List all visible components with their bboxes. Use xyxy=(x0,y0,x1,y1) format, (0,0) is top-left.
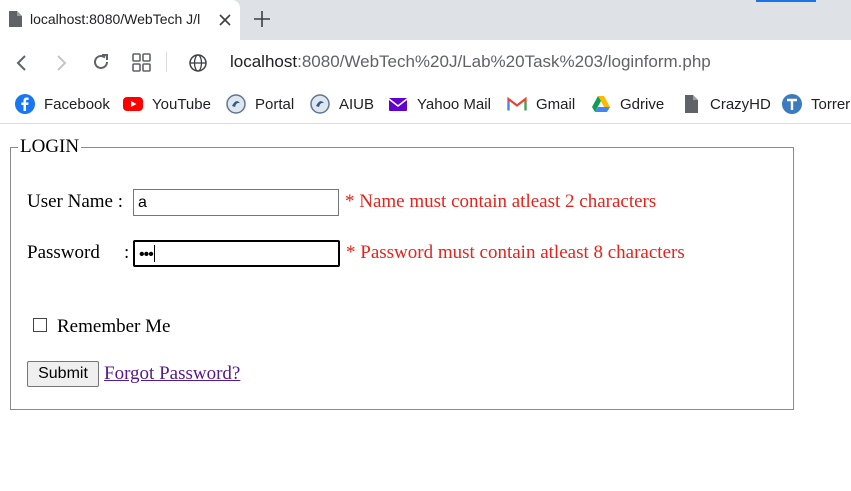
aiub-icon xyxy=(310,94,330,114)
bookmark-label: Gdrive xyxy=(620,95,665,113)
bookmark-label: Torrer xyxy=(811,95,851,113)
gmail-icon xyxy=(507,96,527,111)
bookmark-label: YouTube xyxy=(152,95,211,113)
bookmark-aiub[interactable]: AIUB xyxy=(310,93,374,115)
bookmark-gmail[interactable]: Gmail xyxy=(507,93,575,115)
bookmark-label: Portal xyxy=(255,95,295,113)
bookmark-facebook[interactable]: Facebook xyxy=(15,93,110,115)
remember-me-checkbox[interactable] xyxy=(33,318,47,332)
text-caret xyxy=(153,245,155,262)
site-info-globe-icon[interactable] xyxy=(187,52,209,74)
reload-icon[interactable] xyxy=(90,51,112,73)
bookmark-label: Yahoo Mail xyxy=(417,95,491,113)
toolbar-separator xyxy=(166,52,167,72)
torrent-icon xyxy=(782,94,802,114)
username-error: * Name must contain atleast 2 characters xyxy=(345,191,657,212)
bookmark-label: AIUB xyxy=(339,95,375,113)
url-path: :8080/WebTech%20J/Lab%20Task%203/loginfo… xyxy=(297,52,711,71)
username-label: User Name : xyxy=(27,191,124,212)
close-icon[interactable] xyxy=(216,11,234,29)
bookmark-label: CrazyHD xyxy=(710,95,771,113)
gdrive-icon xyxy=(592,96,610,112)
window-accent xyxy=(756,0,816,2)
address-bar[interactable]: localhost:8080/WebTech%20J/Lab%20Task%20… xyxy=(230,52,711,72)
apps-grid-icon[interactable] xyxy=(131,52,153,74)
password-label: Password xyxy=(27,242,100,263)
password-mask: ••• xyxy=(139,246,154,263)
tab-strip: localhost:8080/WebTech J/l xyxy=(0,0,851,40)
youtube-icon xyxy=(123,97,143,111)
bookmark-label: Gmail xyxy=(536,95,576,113)
facebook-icon xyxy=(15,94,35,114)
yahoo-mail-icon xyxy=(388,98,408,111)
submit-button[interactable]: Submit xyxy=(27,361,99,387)
forward-icon[interactable] xyxy=(50,52,72,74)
portal-icon xyxy=(226,94,246,114)
url-host: localhost xyxy=(230,52,298,71)
file-icon xyxy=(685,95,698,113)
password-error: * Password must contain atleast 8 charac… xyxy=(346,242,685,263)
bookmark-youtube[interactable]: YouTube xyxy=(123,93,211,115)
browser-tab[interactable]: localhost:8080/WebTech J/l xyxy=(0,0,240,40)
page-content: LOGIN User Name : a * Name must contain … xyxy=(0,125,851,491)
password-colon: : xyxy=(124,242,130,263)
tab-title: localhost:8080/WebTech J/l xyxy=(30,11,201,27)
remember-me-label: Remember Me xyxy=(57,316,171,337)
forgot-password-link[interactable]: Forgot Password? xyxy=(104,363,240,385)
back-icon[interactable] xyxy=(11,52,33,74)
bookmarks-bar: Facebook YouTube Portal AIUB Yahoo Mail xyxy=(0,86,851,124)
password-input[interactable]: ••• xyxy=(133,240,340,267)
toolbar: localhost:8080/WebTech%20J/Lab%20Task%20… xyxy=(0,40,851,86)
bookmark-crazyhd[interactable]: CrazyHD xyxy=(681,93,771,115)
bookmark-torrent[interactable]: Torrer xyxy=(782,93,850,115)
username-input[interactable]: a xyxy=(133,189,339,216)
bookmark-yahoo-mail[interactable]: Yahoo Mail xyxy=(388,93,491,115)
file-icon xyxy=(9,11,22,27)
bookmark-gdrive[interactable]: Gdrive xyxy=(591,93,664,115)
bookmark-portal[interactable]: Portal xyxy=(226,93,294,115)
bookmark-label: Facebook xyxy=(44,95,110,113)
new-tab-icon[interactable] xyxy=(252,9,272,29)
login-legend: LOGIN xyxy=(18,136,82,158)
